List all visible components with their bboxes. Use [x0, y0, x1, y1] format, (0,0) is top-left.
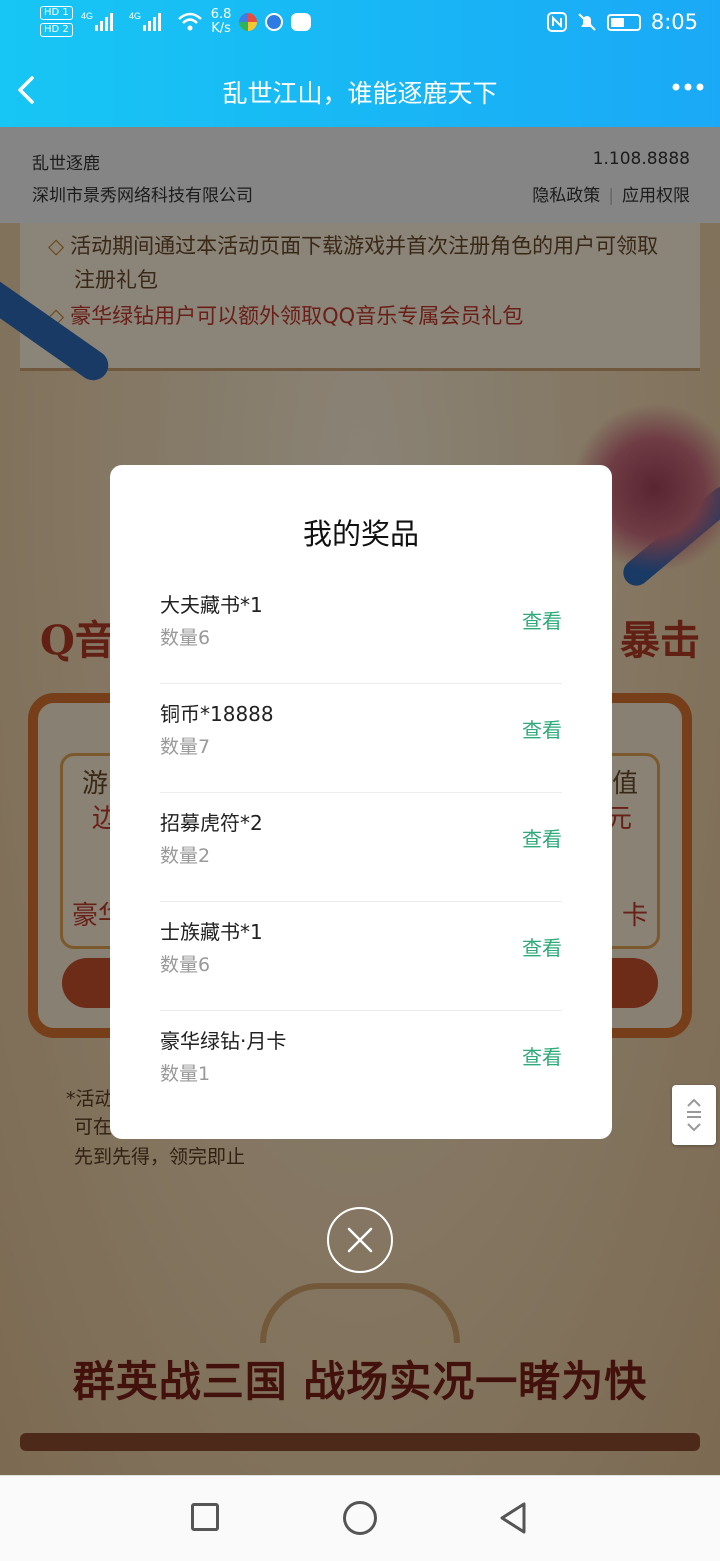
- prize-quantity: 数量6: [160, 954, 211, 976]
- prize-quantity: 数量1: [160, 1063, 211, 1085]
- title-bar: 乱世江山，谁能逐鹿天下: [0, 60, 720, 120]
- nfc-icon: [546, 12, 567, 32]
- view-prize-link[interactable]: 查看: [522, 823, 562, 852]
- view-prize-link[interactable]: 查看: [522, 1041, 562, 1070]
- prize-name: 招募虎符*2: [160, 811, 263, 835]
- prize-quantity: 数量7: [160, 736, 211, 758]
- hd-indicator: HD 1 HD 2: [40, 6, 73, 37]
- top-bar: HD 1 HD 2 4G 4G 6.8 K/s 8:05 乱世江山，谁能逐鹿天下: [0, 0, 720, 127]
- hd2-badge: HD 2: [40, 23, 73, 37]
- prize-item: 豪华绿钻·月卡 数量1 查看: [160, 1011, 562, 1119]
- clock: 8:05: [650, 10, 698, 34]
- system-nav-bar: [0, 1475, 720, 1561]
- floating-scroll-handle[interactable]: [672, 1085, 716, 1145]
- prize-list: 大夫藏书*1 数量6 查看 铜币*18888 数量7 查看 招募虎符*2 数量2…: [160, 575, 562, 1119]
- signal-icon-2: 4G: [129, 11, 161, 31]
- prize-item: 铜币*18888 数量7 查看: [160, 684, 562, 793]
- prize-item: 大夫藏书*1 数量6 查看: [160, 575, 562, 684]
- view-prize-link[interactable]: 查看: [522, 605, 562, 634]
- cloud-notification-icon: [291, 12, 312, 31]
- network-speed: 6.8 K/s: [210, 6, 232, 36]
- dialog-title: 我的奖品: [302, 517, 419, 551]
- prize-name: 铜币*18888: [160, 702, 274, 726]
- speed-unit: K/s: [211, 20, 231, 36]
- view-prize-link[interactable]: 查看: [522, 932, 562, 961]
- more-dots-icon[interactable]: [670, 72, 706, 102]
- mute-bell-icon: [578, 13, 596, 31]
- prize-item: 士族藏书*1 数量6 查看: [160, 902, 562, 1011]
- browser-notification-icon: [265, 12, 284, 31]
- page-title: 乱世江山，谁能逐鹿天下: [222, 79, 498, 108]
- app-notification-icon: [239, 12, 258, 31]
- close-dialog-button[interactable]: [327, 1207, 393, 1273]
- recent-apps-icon[interactable]: [191, 1503, 219, 1531]
- signal-icon: 4G: [81, 11, 113, 31]
- my-prizes-dialog: 我的奖品 大夫藏书*1 数量6 查看 铜币*18888 数量7 查看 招募虎符*…: [110, 465, 612, 1139]
- back-triangle-icon[interactable]: [497, 1500, 529, 1536]
- view-prize-link[interactable]: 查看: [522, 714, 562, 743]
- status-bar: HD 1 HD 2 4G 4G 6.8 K/s 8:05: [0, 0, 720, 50]
- battery-icon: [606, 13, 641, 31]
- prize-item: 招募虎符*2 数量2 查看: [160, 793, 562, 902]
- speed-value: 6.8: [210, 6, 232, 22]
- hd1-badge: HD 1: [40, 6, 73, 20]
- svg-text:4G: 4G: [129, 11, 141, 21]
- prize-name: 大夫藏书*1: [160, 593, 263, 617]
- svg-text:4G: 4G: [81, 11, 93, 21]
- prize-name: 士族藏书*1: [160, 920, 263, 944]
- prize-name: 豪华绿钻·月卡: [160, 1029, 287, 1053]
- close-icon: [347, 1227, 373, 1253]
- scroll-arrows-icon: [687, 1098, 701, 1132]
- prize-quantity: 数量2: [160, 845, 211, 867]
- wifi-icon: [177, 12, 202, 30]
- prize-quantity: 数量6: [160, 627, 211, 649]
- home-icon[interactable]: [343, 1501, 377, 1535]
